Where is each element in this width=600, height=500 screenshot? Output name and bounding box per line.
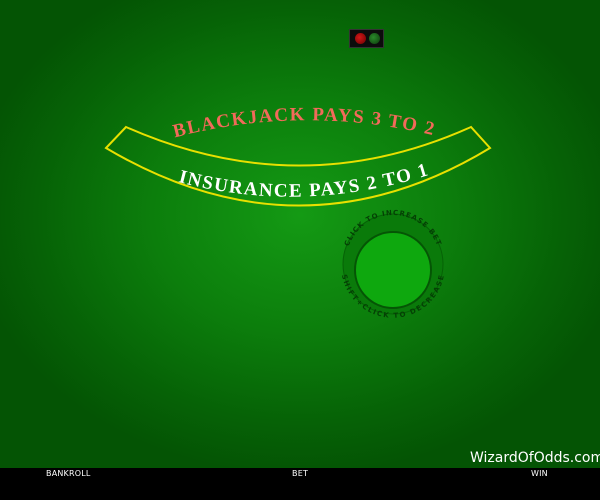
bet-circle-area[interactable]: CLICK TO INCREASE BET SHIFT+CLICK TO DEC…	[340, 209, 446, 320]
table-felt-markings: BLACKJACK PAYS 3 TO 2 INSURANCE PAYS 2 T…	[104, 104, 492, 320]
wizardofodds-watermark: WizardOfOdds.com	[470, 450, 600, 466]
blackjack-table: BLACKJACK PAYS 3 TO 2 INSURANCE PAYS 2 T…	[0, 0, 600, 468]
bet-circle	[354, 231, 432, 309]
blackjack-pays-text: BLACKJACK PAYS 3 TO 2	[171, 104, 438, 142]
bet-label: BET	[292, 469, 309, 478]
win-label: WIN	[531, 469, 548, 478]
bottom-status-bar: BANKROLL BET WIN	[0, 468, 600, 500]
bankroll-label: BANKROLL	[46, 469, 91, 478]
